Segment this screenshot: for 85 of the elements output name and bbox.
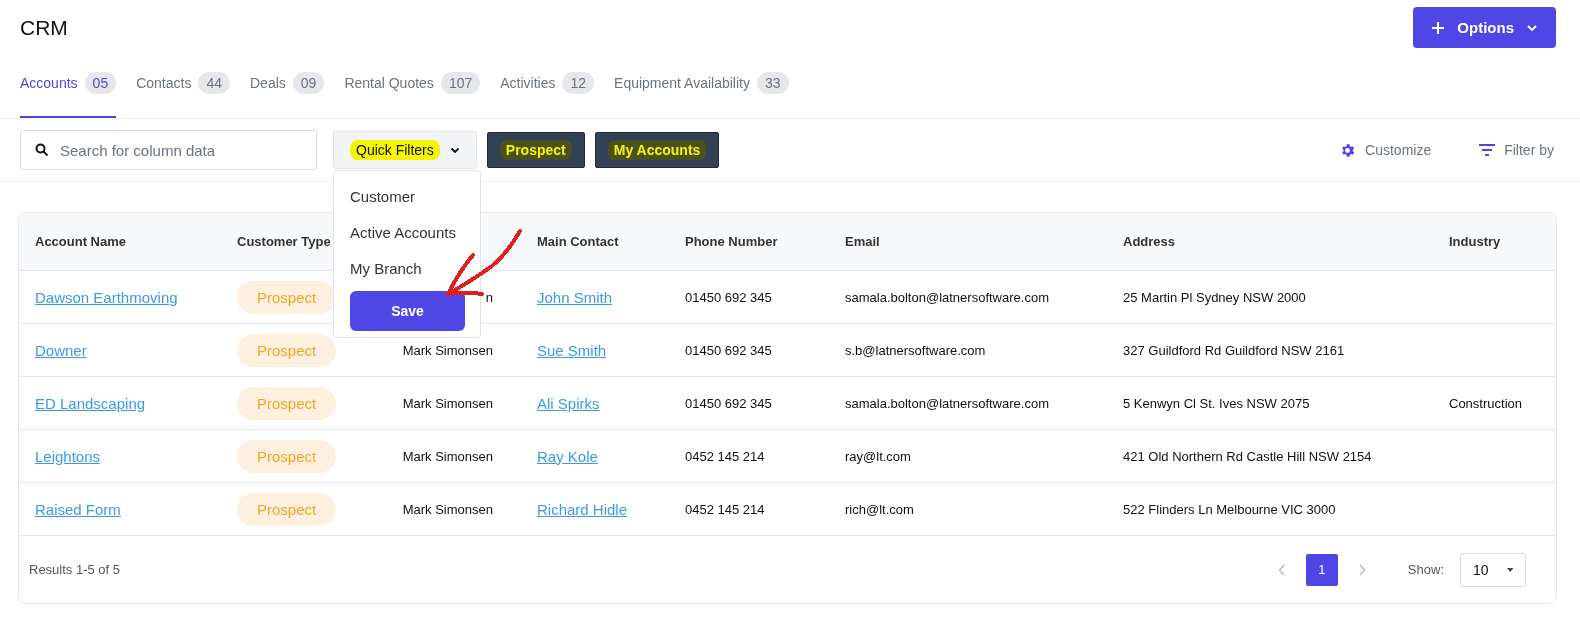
account-link[interactable]: Raised Form bbox=[35, 500, 121, 518]
tab-label: Accounts bbox=[20, 74, 78, 93]
table-cell: Mark Simonsen bbox=[402, 501, 493, 517]
settings-icon bbox=[1339, 141, 1357, 159]
customize-button[interactable]: Customize bbox=[1333, 140, 1438, 160]
contact-link[interactable]: Ali Spirks bbox=[537, 394, 600, 412]
customer-type-badge: Prospect bbox=[237, 386, 337, 420]
table-cell-text: 0452 145 214 bbox=[685, 448, 766, 464]
customer-type-badge: Prospect bbox=[237, 492, 337, 526]
tab[interactable]: Contacts 44 bbox=[136, 48, 230, 118]
plus-icon bbox=[1431, 20, 1446, 35]
table-cell: Mark Simonsen bbox=[402, 448, 493, 464]
column-header: Industry bbox=[1449, 234, 1502, 249]
count-badge: 44 bbox=[198, 72, 230, 94]
contact-link[interactable]: Sue Smith bbox=[537, 341, 607, 359]
contact-link[interactable]: Ray Kole bbox=[537, 447, 598, 465]
filter-chip[interactable]: Prospect bbox=[486, 132, 585, 168]
chevron-down-icon bbox=[449, 146, 460, 154]
table-cell: n bbox=[485, 289, 493, 305]
count-badge: 33 bbox=[757, 72, 789, 94]
menu-item[interactable]: Active Accounts bbox=[350, 215, 464, 251]
table-cell-text: 0452 145 214 bbox=[685, 501, 766, 517]
customer-type-badge: Prospect bbox=[237, 333, 337, 367]
tab[interactable]: Accounts 05 bbox=[20, 48, 117, 118]
account-link[interactable]: Downer bbox=[35, 341, 87, 359]
table-cell-text: 01450 692 345 bbox=[685, 289, 773, 305]
table-cell: Mark Simonsen bbox=[402, 342, 493, 358]
tab[interactable]: Rental Quotes 107 bbox=[344, 48, 481, 118]
table-cell-text: 5 Kenwyn Cl St. Ives NSW 2075 bbox=[1123, 395, 1311, 411]
column-header: Address bbox=[1123, 234, 1177, 249]
table-cell-text: 522 Flinders Ln Melbourne VIC 3000 bbox=[1123, 501, 1337, 517]
count-badge: 107 bbox=[440, 72, 481, 94]
table-cell-text: samala.bolton@latnersoftware.com bbox=[845, 395, 1050, 411]
column-header: Main Contact bbox=[537, 234, 620, 249]
count-badge: 12 bbox=[562, 72, 595, 94]
tab[interactable]: Equipment Availability 33 bbox=[614, 48, 789, 118]
table-cell-text: 25 Martin Pl Sydney NSW 2000 bbox=[1123, 289, 1307, 305]
table-cell-text: Construction bbox=[1449, 395, 1523, 411]
table-cell-text: rich@lt.com bbox=[845, 501, 915, 517]
contact-link[interactable]: Richard Hidle bbox=[537, 500, 628, 518]
page-size-select[interactable]: 10 bbox=[1460, 552, 1526, 587]
tab[interactable]: Deals 09 bbox=[250, 48, 325, 118]
table-cell-text: 01450 692 345 bbox=[685, 395, 773, 411]
quick-filters-dropdown[interactable]: Quick Filters bbox=[333, 131, 477, 169]
save-button[interactable]: Save bbox=[350, 291, 465, 331]
table-cell: Mark Simonsen bbox=[402, 395, 493, 411]
search-field[interactable]: Search for column data bbox=[20, 130, 317, 170]
chevron-right-icon[interactable] bbox=[1357, 563, 1366, 576]
chevron-left-icon[interactable] bbox=[1277, 563, 1286, 576]
table-cell-text: samala.bolton@latnersoftware.com bbox=[845, 289, 1050, 305]
table-cell-text: 421 Old Northern Rd Castle Hill NSW 2154 bbox=[1123, 448, 1373, 464]
table-cell-text: s.b@latnersoftware.com bbox=[845, 342, 987, 358]
menu-item[interactable]: My Branch bbox=[350, 251, 464, 287]
search-icon bbox=[35, 143, 49, 157]
tab-label: Equipment Availability bbox=[614, 74, 750, 93]
account-link[interactable]: Leightons bbox=[35, 447, 101, 465]
chevron-down-icon bbox=[1526, 23, 1538, 32]
show-label: Show: bbox=[1407, 562, 1444, 577]
account-link[interactable]: Dawson Earthmoving bbox=[35, 288, 178, 306]
column-header: Email bbox=[845, 234, 881, 249]
tab-label: Deals bbox=[250, 74, 286, 93]
filter-chip[interactable]: My Accounts bbox=[594, 132, 720, 168]
table-cell-text: ray@lt.com bbox=[845, 448, 912, 464]
count-badge: 09 bbox=[292, 72, 325, 94]
table-cell-text: 327 Guildford Rd Guildford NSW 2161 bbox=[1123, 342, 1346, 358]
caret-down-icon bbox=[1506, 566, 1513, 573]
results-count: Results 1-5 of 5 bbox=[29, 562, 121, 577]
customer-type-badge: Prospect bbox=[237, 439, 337, 473]
contact-link[interactable]: John Smith bbox=[537, 288, 613, 306]
filter-icon bbox=[1479, 144, 1496, 156]
column-header: Customer Type bbox=[237, 234, 332, 249]
page-button[interactable]: 1 bbox=[1305, 553, 1338, 586]
tab[interactable]: Activities 12 bbox=[500, 48, 595, 118]
count-badge: 05 bbox=[84, 72, 117, 94]
tab-label: Contacts bbox=[136, 74, 192, 93]
filter-button[interactable]: Filter by bbox=[1473, 141, 1560, 159]
tab-label: Rental Quotes bbox=[344, 74, 434, 93]
account-link[interactable]: ED Landscaping bbox=[35, 394, 146, 412]
menu-item[interactable]: Customer bbox=[350, 179, 464, 215]
table-cell-text: 01450 692 345 bbox=[685, 342, 773, 358]
column-header: Account Name bbox=[35, 234, 128, 249]
tab-label: Activities bbox=[500, 74, 556, 93]
options-button[interactable]: Options bbox=[1413, 7, 1556, 48]
page-title: CRM bbox=[20, 15, 68, 40]
column-header: Phone Number bbox=[685, 234, 779, 249]
